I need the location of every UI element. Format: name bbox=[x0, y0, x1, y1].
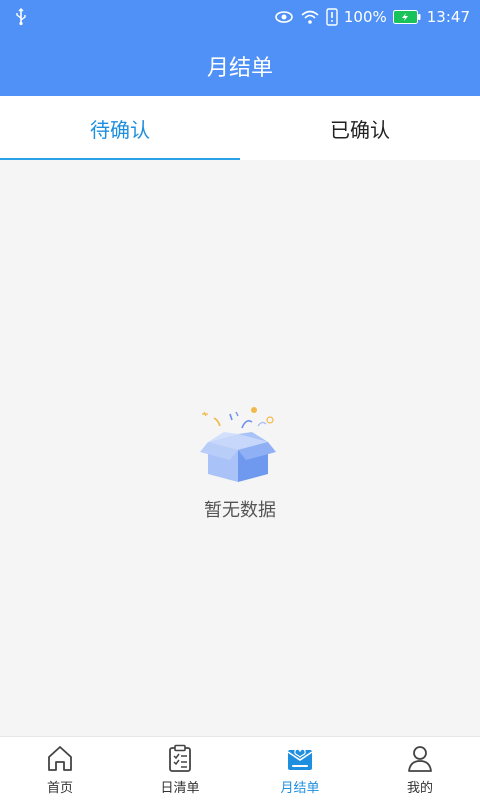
clipboard-list-icon bbox=[169, 744, 191, 772]
tab-pending[interactable]: 待确认 bbox=[0, 96, 240, 160]
sim-alert-icon bbox=[326, 8, 338, 26]
battery-charging-icon bbox=[392, 10, 421, 24]
monthly-statement-icon bbox=[287, 748, 313, 770]
nav-label-monthly-statement: 月结单 bbox=[280, 780, 320, 796]
tab-bar: 待确认 已确认 bbox=[0, 96, 480, 160]
empty-message: 暂无数据 bbox=[204, 500, 276, 521]
nav-item-monthly-statement[interactable]: 月结单 bbox=[240, 737, 360, 800]
bottom-nav: 首页 日清单 月结单 我的 bbox=[0, 736, 480, 800]
user-icon bbox=[408, 745, 432, 772]
wifi-icon bbox=[301, 10, 319, 24]
status-right: 100% 13:47 bbox=[274, 6, 470, 28]
nav-item-daily-list[interactable]: 日清单 bbox=[120, 737, 240, 800]
usb-icon bbox=[16, 8, 26, 26]
nav-label-profile: 我的 bbox=[406, 780, 433, 796]
battery-percent: 100% bbox=[343, 8, 387, 26]
empty-box-icon bbox=[200, 407, 276, 482]
nav-item-profile[interactable]: 我的 bbox=[360, 737, 480, 800]
app-screen: 100% 13:47 月结单 待确认 已确认 暂无数据 首页 日清单 月结单 我… bbox=[0, 0, 480, 800]
page-title: 月结单 bbox=[206, 56, 273, 81]
tab-confirmed[interactable]: 已确认 bbox=[240, 96, 480, 160]
home-icon bbox=[48, 745, 72, 771]
nav-label-home: 首页 bbox=[46, 780, 73, 796]
status-bar: 100% 13:47 bbox=[0, 0, 480, 34]
empty-state: 暂无数据 bbox=[0, 160, 480, 736]
status-time: 13:47 bbox=[426, 8, 470, 26]
top-bar: 100% 13:47 月结单 bbox=[0, 0, 480, 96]
nav-label-daily-list: 日清单 bbox=[160, 780, 200, 796]
nav-item-home[interactable]: 首页 bbox=[0, 737, 120, 800]
eye-icon bbox=[275, 11, 293, 23]
